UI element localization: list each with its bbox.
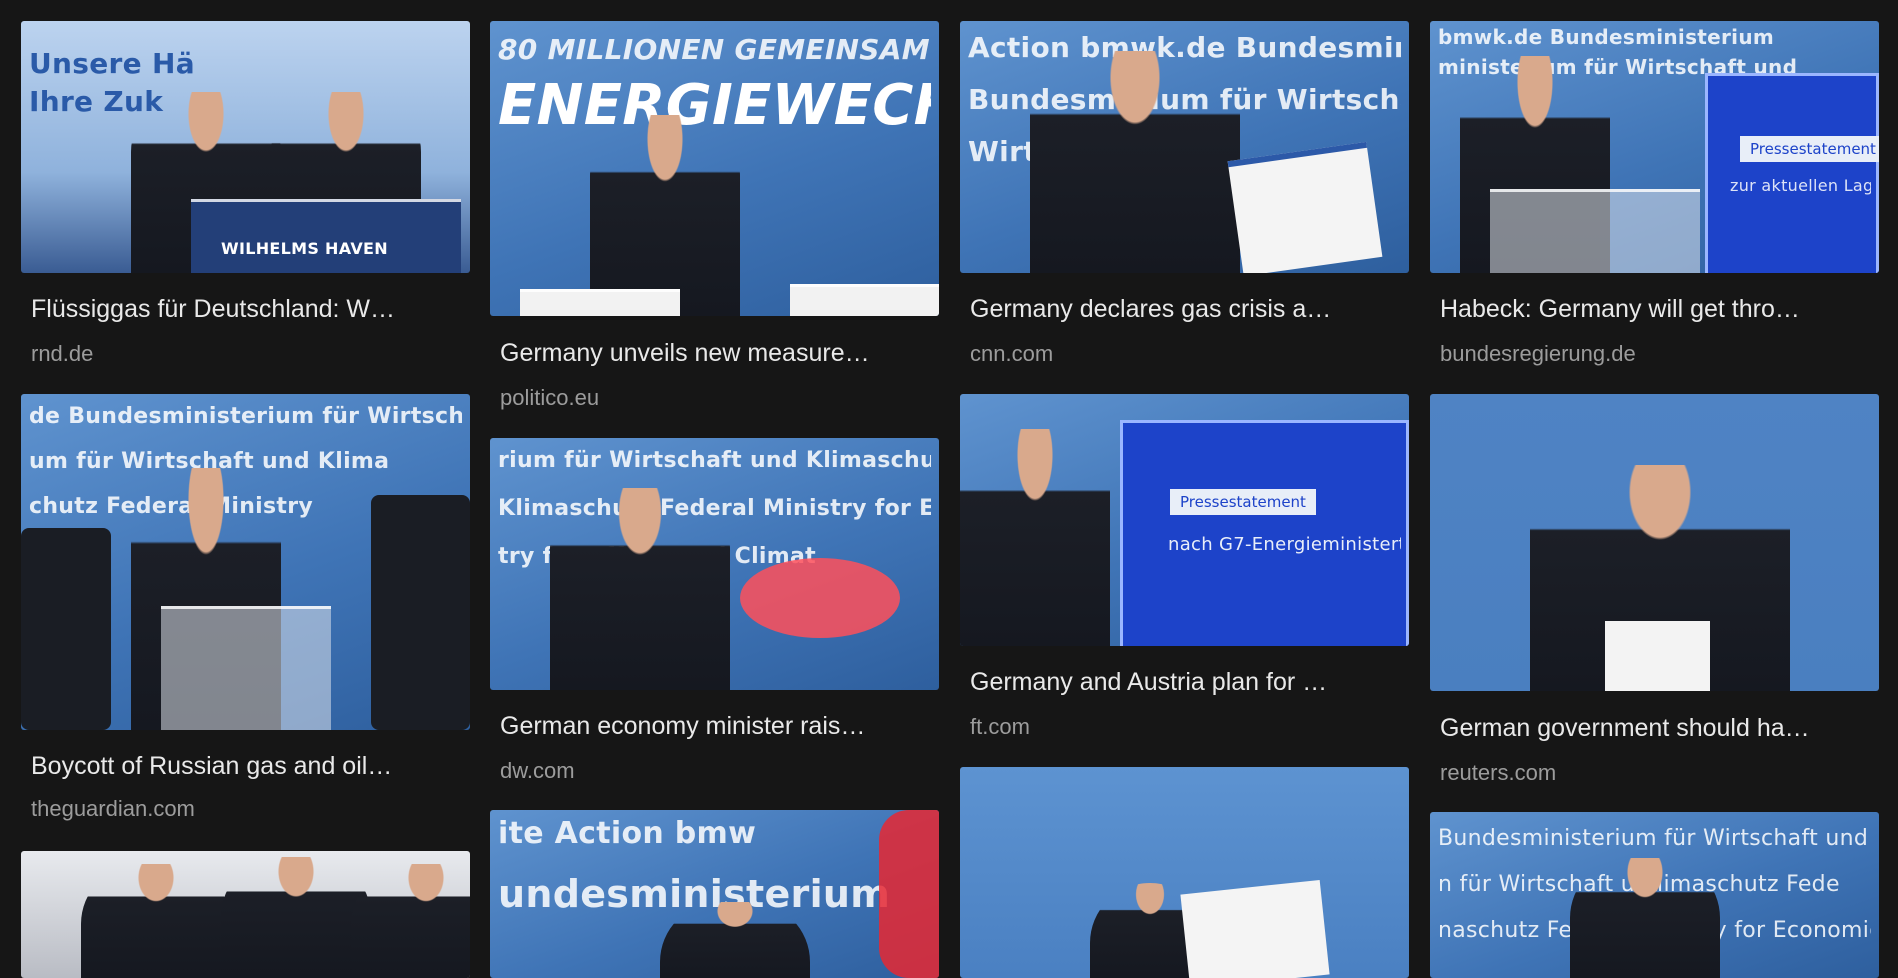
result-title[interactable]: Boycott of Russian gas and oil…	[31, 752, 461, 781]
result-thumbnail[interactable]: de Bundesministerium für Wirtscha um für…	[21, 394, 470, 730]
thumb-text: 80 MILLIONEN GEMEINSAM FÜR	[498, 33, 931, 66]
person-figure	[550, 488, 730, 690]
result-title[interactable]: German economy minister rais…	[500, 712, 930, 741]
person-figure	[960, 429, 1110, 646]
person-figure	[81, 863, 231, 978]
result-source[interactable]: politico.eu	[500, 385, 930, 411]
result-title[interactable]: Habeck: Germany will get thro…	[1440, 295, 1870, 324]
result-source[interactable]: bundesregierung.de	[1440, 341, 1870, 367]
chart-paper	[1227, 141, 1383, 273]
thumb-text: ite Action bmw	[498, 816, 757, 851]
thumb-text: Unsere Hä	[29, 47, 195, 80]
result-title[interactable]: Flüssiggas für Deutschland: W…	[31, 295, 461, 324]
result-thumbnail[interactable]: rium für Wirtschaft und Klimaschutz Klim…	[490, 438, 939, 690]
person-figure	[351, 863, 470, 978]
thumb-text: rium für Wirtschaft und Klimaschutz	[498, 448, 931, 473]
result-title[interactable]: German government should ha…	[1440, 714, 1870, 743]
podium	[1490, 189, 1700, 273]
result-thumbnail[interactable]	[21, 851, 470, 978]
podium	[790, 283, 939, 316]
camera-shape	[21, 528, 111, 730]
screen-title: Pressestatement	[1740, 136, 1879, 162]
thumb-text: um für Wirtschaft und Klima	[29, 449, 390, 474]
screen-title: Pressestatement	[1170, 489, 1316, 515]
result-thumbnail[interactable]: Unsere Hä Ihre Zuk WILHELMS HAVEN	[21, 21, 470, 273]
result-title[interactable]: Germany and Austria plan for …	[970, 668, 1400, 697]
result-thumbnail[interactable]: ite Action bmw undesministerium	[490, 810, 939, 978]
person-figure	[590, 115, 740, 316]
screen-subtitle: nach G7-Energieministertreffen	[1168, 534, 1401, 555]
camera-shape	[371, 494, 470, 730]
result-title[interactable]: Germany declares gas crisis a…	[970, 295, 1400, 324]
screen-subtitle: zur aktuellen Lage im	[1730, 176, 1871, 195]
result-thumbnail[interactable]: Bundesministerium für Wirtschaft und n f…	[1430, 812, 1879, 978]
chart-paper	[1180, 879, 1330, 978]
podium-label: WILHELMS HAVEN	[221, 239, 388, 258]
thumb-text: Bundesministerium für Wirtschaft und	[1438, 826, 1869, 851]
result-source[interactable]: rnd.de	[31, 341, 461, 367]
thumb-text: bmwk.de Bundesministerium	[1438, 25, 1774, 49]
result-thumbnail[interactable]	[960, 767, 1409, 978]
person-figure	[1570, 858, 1720, 978]
result-source[interactable]: cnn.com	[970, 341, 1400, 367]
person-figure	[221, 857, 371, 978]
result-source[interactable]: theguardian.com	[31, 796, 461, 822]
result-source[interactable]: reuters.com	[1440, 760, 1870, 786]
podium	[191, 199, 461, 273]
result-source[interactable]: dw.com	[500, 758, 930, 784]
podium	[520, 289, 680, 316]
thumb-text: de Bundesministerium für Wirtscha	[29, 404, 462, 429]
result-title[interactable]: Germany unveils new measure…	[500, 339, 930, 368]
red-blur	[740, 558, 900, 638]
result-thumbnail[interactable]: Pressestatement nach G7-Energieministert…	[960, 394, 1409, 646]
document-sheet	[1605, 621, 1710, 691]
result-source[interactable]: ft.com	[970, 714, 1400, 740]
result-thumbnail[interactable]: bmwk.de Bundesministerium ministerium fü…	[1430, 21, 1879, 273]
presentation-screen	[1120, 420, 1409, 646]
result-thumbnail[interactable]: 80 MILLIONEN GEMEINSAM FÜR ENERGIEWECHSE…	[490, 21, 939, 316]
person-figure	[1030, 51, 1240, 273]
presentation-screen	[1705, 73, 1879, 273]
red-blur	[879, 810, 939, 978]
podium	[161, 606, 331, 730]
image-results-grid: Unsere Hä Ihre Zuk WILHELMS HAVEN Flüssi…	[0, 0, 1898, 978]
result-thumbnail[interactable]: Action bmwk.de Bundesmin Bundesmi rium f…	[960, 21, 1409, 273]
result-thumbnail[interactable]	[1430, 394, 1879, 691]
